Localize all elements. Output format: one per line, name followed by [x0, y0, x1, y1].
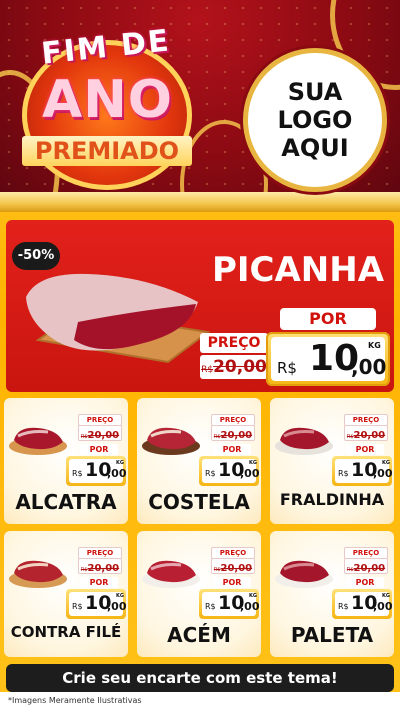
old-price: R$20,00	[78, 558, 122, 574]
old-price-currency: R$	[346, 434, 354, 440]
old-price: R$20,00	[211, 425, 255, 441]
product-card: PREÇO R$20,00 POR R$ 10 ,00 KG FRALDINHA	[270, 398, 394, 524]
old-price: R$20,00	[344, 425, 388, 441]
old-price-currency: R$	[80, 567, 88, 573]
old-price: R$20,00	[344, 558, 388, 574]
price-decimal: ,00	[351, 355, 387, 379]
logo-placeholder: SUA LOGO AQUI	[243, 48, 387, 192]
price-box: R$ 10 ,00 KG	[335, 592, 393, 616]
por-label: POR	[80, 577, 118, 588]
price-decimal: ,00	[373, 600, 393, 613]
por-label: POR	[346, 444, 384, 455]
price-decimal: ,00	[107, 600, 127, 613]
product-image	[142, 427, 200, 455]
price-currency: R$	[72, 602, 83, 611]
product-name: PALETA	[290, 623, 374, 647]
price-currency: R$	[338, 602, 349, 611]
product-image	[275, 427, 333, 455]
footnote: *Imagens Meramente Ilustrativas	[8, 696, 142, 705]
old-price-value: 20,00	[213, 357, 267, 377]
price-box: R$ 10 ,00 KG	[69, 459, 127, 483]
price-currency: R$	[277, 359, 297, 377]
product-image	[9, 560, 67, 588]
flyer-page: FIM DE ANO PREMIADO SUA LOGO AQUI -50% P…	[0, 0, 400, 711]
product-name: CONTRA FILÉ	[10, 623, 122, 641]
product-name: ALCATRA	[15, 490, 117, 514]
price-decimal: ,00	[240, 600, 260, 613]
product-name: COSTELA	[148, 490, 250, 514]
price-unit: KG	[249, 460, 257, 466]
price-currency: R$	[205, 469, 216, 478]
price-unit: KG	[368, 341, 381, 350]
price-decimal: ,00	[107, 467, 127, 480]
logo-text-line: LOGO	[277, 106, 353, 134]
product-card: PREÇO R$20,00 POR R$ 10 ,00 KG ALCATRA	[4, 398, 128, 524]
old-price-currency: R$	[201, 365, 214, 375]
cta-banner[interactable]: Crie seu encarte com este tema!	[6, 664, 394, 692]
price-currency: R$	[205, 602, 216, 611]
title-ano: ANO	[42, 70, 173, 130]
new-price: R$ 10 ,00 KG	[332, 456, 393, 486]
product-name: FRALDINHA	[279, 490, 385, 509]
old-price-currency: R$	[80, 434, 88, 440]
price-currency: R$	[72, 469, 83, 478]
price-unit: KG	[382, 593, 390, 599]
price-box: R$ 10 ,00 KG	[69, 592, 127, 616]
logo-text-line: SUA	[287, 78, 343, 106]
old-price-currency: R$	[346, 567, 354, 573]
product-card: PREÇO R$20,00 POR R$ 10 ,00 KG ACÉM	[137, 531, 261, 657]
old-price-value: 20,00	[220, 430, 253, 441]
price-unit: KG	[116, 593, 124, 599]
old-price-value: 20,00	[87, 563, 120, 574]
old-price: R$20,00	[211, 558, 255, 574]
old-price-value: 20,00	[353, 430, 386, 441]
old-price-value: 20,00	[87, 430, 120, 441]
new-price: R$ 10 ,00 KG	[199, 589, 260, 619]
price-unit: KG	[382, 460, 390, 466]
picanha-image	[26, 273, 211, 364]
old-price: R$20,00	[78, 425, 122, 441]
old-price-currency: R$	[213, 567, 221, 573]
price-unit: KG	[116, 460, 124, 466]
old-price-value: 20,00	[353, 563, 386, 574]
featured-old-price: R$20,00	[200, 355, 268, 379]
new-price: R$ 10 ,00 KG	[66, 589, 127, 619]
price-unit: KG	[249, 593, 257, 599]
por-label: POR	[213, 577, 251, 588]
product-name: ACÉM	[167, 623, 231, 647]
discount-badge: -50%	[12, 242, 60, 270]
price-decimal: ,00	[240, 467, 260, 480]
featured-product-name: PICANHA	[211, 250, 385, 290]
product-image	[275, 560, 333, 588]
price-currency: R$	[338, 469, 349, 478]
product-card: PREÇO R$20,00 POR R$ 10 ,00 KG COSTELA	[137, 398, 261, 524]
por-label: POR	[213, 444, 251, 455]
old-price-currency: R$	[213, 434, 221, 440]
logo-text-line: AQUI	[281, 134, 349, 162]
old-price-value: 20,00	[220, 563, 253, 574]
price-box: R$ 10 ,00 KG	[335, 459, 393, 483]
new-price: R$ 10 ,00 KG	[199, 456, 260, 486]
price-box: R$ 10 ,00 KG	[271, 337, 387, 381]
price-box: R$ 10 ,00 KG	[202, 592, 260, 616]
price-box: R$ 10 ,00 KG	[202, 459, 260, 483]
new-price: R$ 10 ,00 KG	[66, 456, 127, 486]
product-card: PREÇO R$20,00 POR R$ 10 ,00 KG CONTRA FI…	[4, 531, 128, 657]
product-image	[9, 427, 67, 455]
title-premiado: PREMIADO	[22, 136, 192, 166]
por-label: POR	[346, 577, 384, 588]
por-label: POR	[80, 444, 118, 455]
featured-por-label: POR	[280, 308, 376, 330]
product-card: PREÇO R$20,00 POR R$ 10 ,00 KG PALETA	[270, 531, 394, 657]
gold-divider-band	[0, 192, 400, 212]
product-image	[142, 560, 200, 588]
featured-new-price: R$ 10 ,00 KG	[266, 332, 390, 386]
featured-preco-label: PREÇO	[200, 333, 268, 353]
new-price: R$ 10 ,00 KG	[332, 589, 393, 619]
price-decimal: ,00	[373, 467, 393, 480]
